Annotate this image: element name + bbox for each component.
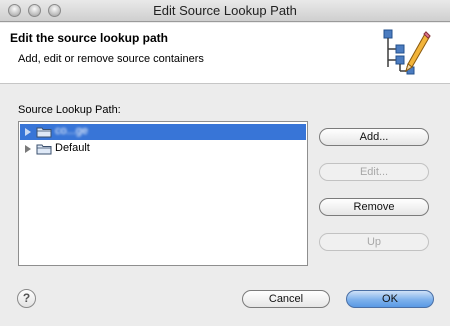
up-button[interactable]: Up (319, 233, 429, 251)
folder-icon (36, 144, 52, 155)
cancel-button[interactable]: Cancel (242, 290, 330, 308)
folder-icon (36, 127, 52, 138)
ok-button[interactable]: OK (346, 290, 434, 308)
window-titlebar: Edit Source Lookup Path (0, 0, 450, 22)
source-lookup-path-label: Source Lookup Path: (18, 104, 121, 116)
expand-arrow-icon[interactable] (25, 128, 31, 136)
source-path-edit-icon (383, 29, 431, 75)
source-lookup-path-tree[interactable]: co...ge Default (18, 121, 308, 266)
tree-item-default[interactable]: Default (20, 141, 306, 157)
window-title: Edit Source Lookup Path (153, 3, 297, 18)
dialog-title: Edit the source lookup path (10, 31, 169, 45)
edit-button[interactable]: Edit... (319, 163, 429, 181)
tree-item-co-ge[interactable]: co...ge (20, 124, 306, 140)
help-button[interactable]: ? (17, 289, 36, 308)
tree-item-label: co...ge (55, 125, 89, 137)
dialog-subtitle: Add, edit or remove source containers (18, 53, 204, 65)
expand-arrow-icon[interactable] (25, 145, 31, 153)
tree-item-label: Default (55, 142, 90, 154)
remove-button[interactable]: Remove (319, 198, 429, 216)
dialog-header: Edit the source lookup path Add, edit or… (0, 23, 450, 84)
add-button[interactable]: Add... (319, 128, 429, 146)
